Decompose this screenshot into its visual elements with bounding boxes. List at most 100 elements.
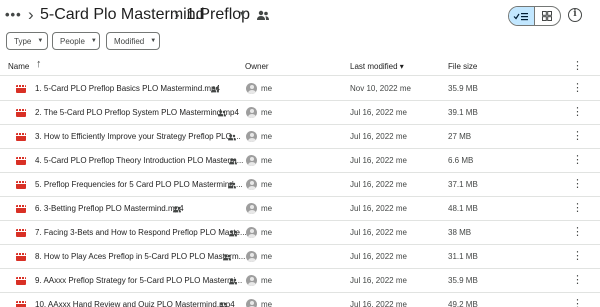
owner-avatar (246, 299, 257, 307)
modified-filter-label: Modified (114, 36, 145, 46)
list-view-button[interactable] (509, 7, 535, 25)
more-actions-icon[interactable]: ⋮ (572, 82, 583, 95)
video-file-icon (16, 133, 26, 141)
owner-name: me (261, 156, 273, 165)
table-row[interactable]: 7. Facing 3-Bets and How to Respond Pref… (0, 221, 600, 245)
shared-icon (211, 86, 219, 93)
table-row[interactable]: 4. 5-Card PLO Preflop Theory Introductio… (0, 149, 600, 173)
owner-name: me (261, 252, 273, 261)
owner-name: me (261, 180, 273, 189)
more-actions-icon[interactable]: ⋮ (572, 130, 583, 143)
owner-avatar (246, 203, 257, 214)
file-size: 31.1 MB (448, 252, 478, 261)
owner-avatar (246, 275, 257, 286)
folder-menu-caret-icon[interactable]: ▾ (240, 9, 245, 20)
dropdown-arrow-icon: ▼ (90, 38, 97, 44)
column-header-row: Name ↑ Owner Last modified ▾ File size ⋮ (0, 56, 600, 76)
column-options-icon[interactable]: ⋮ (572, 59, 583, 72)
owner-avatar (246, 227, 257, 238)
breadcrumb-overflow-button[interactable]: ••• (5, 7, 22, 22)
type-filter-chip[interactable]: Type ▼ (6, 32, 48, 50)
owner-name: me (261, 108, 273, 117)
file-name[interactable]: 3. How to Efficiently Improve your Strat… (35, 132, 241, 141)
file-size: 6.6 MB (448, 156, 474, 165)
video-file-icon (16, 205, 26, 213)
last-modified: Jul 16, 2022 me (350, 180, 407, 189)
last-modified: Jul 16, 2022 me (350, 276, 407, 285)
file-size-column-header[interactable]: File size (448, 62, 477, 71)
last-modified-column-header[interactable]: Last modified ▾ (350, 62, 404, 71)
more-actions-icon[interactable]: ⋮ (572, 226, 583, 239)
last-modified: Jul 16, 2022 me (350, 300, 407, 307)
table-row[interactable]: 8. How to Play Aces Preflop in 5-Card PL… (0, 245, 600, 269)
shared-icon (229, 158, 237, 165)
last-modified: Jul 16, 2022 me (350, 132, 407, 141)
file-name[interactable]: 7. Facing 3-Bets and How to Respond Pref… (35, 228, 247, 237)
owner-name: me (261, 228, 273, 237)
grid-view-button[interactable] (535, 7, 560, 25)
more-actions-icon[interactable]: ⋮ (572, 274, 583, 287)
video-file-icon (16, 301, 26, 307)
table-row[interactable]: 9. AAxxx Preflop Strategy for 5-Card PLO… (0, 269, 600, 293)
file-name[interactable]: 1. 5-Card PLO Preflop Basics PLO Masterm… (35, 84, 220, 93)
video-file-icon (16, 253, 26, 261)
more-actions-icon[interactable]: ⋮ (572, 250, 583, 263)
video-file-icon (16, 277, 26, 285)
name-column-header[interactable]: Name (8, 62, 29, 71)
owner-name: me (261, 84, 273, 93)
file-name[interactable]: 5. Preflop Frequencies for 5 Card PLO PL… (35, 180, 243, 189)
file-size: 48.1 MB (448, 204, 478, 213)
owner-name: me (261, 132, 273, 141)
owner-name: me (261, 276, 273, 285)
sort-ascending-icon[interactable]: ↑ (36, 58, 42, 70)
people-filter-label: People (60, 36, 85, 46)
owner-name: me (261, 204, 273, 213)
owner-avatar (246, 131, 257, 142)
more-actions-icon[interactable]: ⋮ (572, 298, 583, 307)
file-size: 37.1 MB (448, 180, 478, 189)
last-modified: Jul 16, 2022 me (350, 252, 407, 261)
file-name[interactable]: 2. The 5-Card PLO Preflop System PLO Mas… (35, 108, 239, 117)
file-size: 49.2 MB (448, 300, 478, 307)
owner-avatar (246, 83, 257, 94)
file-name[interactable]: 4. 5-Card PLO Preflop Theory Introductio… (35, 156, 243, 165)
owner-avatar (246, 155, 257, 166)
video-file-icon (16, 229, 26, 237)
owner-avatar (246, 107, 257, 118)
file-size: 39.1 MB (448, 108, 478, 117)
file-name[interactable]: 10. AAxxx Hand Review and Quiz PLO Maste… (35, 300, 235, 307)
file-size: 27 MB (448, 132, 472, 141)
more-actions-icon[interactable]: ⋮ (572, 178, 583, 191)
last-modified: Jul 16, 2022 me (350, 156, 407, 165)
table-row[interactable]: 2. The 5-Card PLO Preflop System PLO Mas… (0, 101, 600, 125)
more-actions-icon[interactable]: ⋮ (572, 106, 583, 119)
video-file-icon (16, 181, 26, 189)
last-modified: Jul 16, 2022 me (350, 108, 407, 117)
type-filter-label: Type (14, 36, 32, 46)
dropdown-arrow-icon: ▼ (37, 38, 44, 44)
table-row[interactable]: 1. 5-Card PLO Preflop Basics PLO Masterm… (0, 77, 600, 101)
table-row[interactable]: 3. How to Efficiently Improve your Strat… (0, 125, 600, 149)
modified-filter-chip[interactable]: Modified ▼ (106, 32, 160, 50)
video-file-icon (16, 157, 26, 165)
file-size: 38 MB (448, 228, 472, 237)
file-size: 35.9 MB (448, 276, 478, 285)
table-row[interactable]: 6. 3-Betting Preflop PLO Mastermind.mp4 m… (0, 197, 600, 221)
file-name[interactable]: 6. 3-Betting Preflop PLO Mastermind.mp4 (35, 204, 184, 213)
last-modified: Jul 16, 2022 me (350, 228, 407, 237)
last-modified: Nov 10, 2022 me (350, 84, 411, 93)
owner-column-header[interactable]: Owner (245, 62, 269, 71)
breadcrumb-parent[interactable]: 5-Card Plo Mastermind (40, 6, 205, 24)
shared-icon (218, 110, 226, 117)
more-actions-icon[interactable]: ⋮ (572, 202, 583, 215)
table-row[interactable]: 5. Preflop Frequencies for 5 Card PLO PL… (0, 173, 600, 197)
more-actions-icon[interactable]: ⋮ (572, 154, 583, 167)
people-filter-chip[interactable]: People ▼ (52, 32, 100, 50)
info-icon[interactable]: i (568, 8, 582, 22)
file-name[interactable]: 9. AAxxx Preflop Strategy for 5-Card PLO… (35, 276, 242, 285)
table-row[interactable]: 10. AAxxx Hand Review and Quiz PLO Maste… (0, 293, 600, 307)
breadcrumb-separator: › (174, 5, 180, 24)
file-name[interactable]: 8. How to Play Aces Preflop in 5-Card PL… (35, 252, 245, 261)
shared-icon (219, 302, 227, 307)
shared-icon (228, 134, 236, 141)
